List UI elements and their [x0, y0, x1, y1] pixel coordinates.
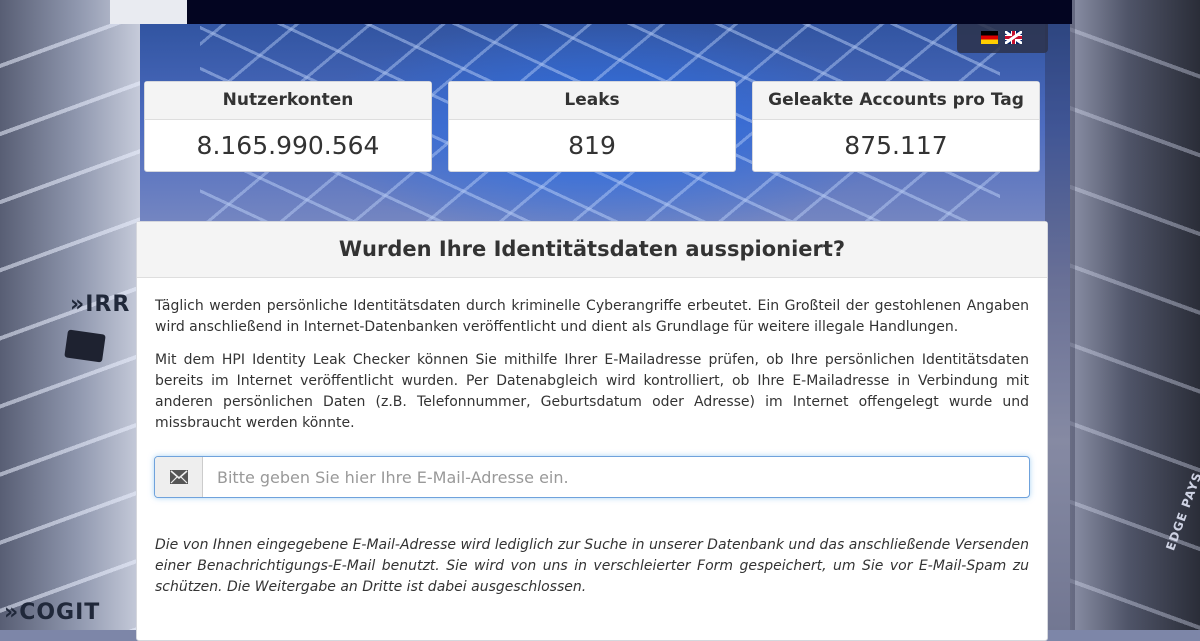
right-shadow	[1045, 0, 1075, 630]
language-switcher	[957, 24, 1048, 53]
stat-label: Nutzerkonten	[145, 82, 431, 120]
stat-label: Geleakte Accounts pro Tag	[753, 82, 1039, 120]
stat-label: Leaks	[449, 82, 735, 120]
stat-value: 8.165.990.564	[196, 131, 380, 160]
intro-paragraph: Täglich werden persönliche Identitätsdat…	[155, 298, 1029, 335]
privacy-note: Die von Ihnen eingegebene E-Mail-Adresse…	[155, 537, 1029, 595]
description-paragraph: Mit dem HPI Identity Leak Checker können…	[155, 352, 1029, 431]
stat-card-accounts: Nutzerkonten 8.165.990.564	[144, 81, 432, 172]
flag-germany-icon[interactable]	[981, 31, 998, 44]
email-input[interactable]	[203, 457, 1029, 497]
nav-tab-active[interactable]	[110, 0, 187, 24]
envelope-icon	[155, 457, 203, 497]
security-camera	[64, 329, 106, 363]
panel-title: Wurden Ihre Identitätsdaten ausspioniert…	[137, 222, 1047, 278]
leak-check-panel: Wurden Ihre Identitätsdaten ausspioniert…	[136, 221, 1048, 641]
wall-text-irr: »IRR	[70, 292, 131, 317]
stat-card-leaked-per-day: Geleakte Accounts pro Tag 875.117	[752, 81, 1040, 172]
stat-value: 819	[568, 131, 616, 160]
stat-card-leaks: Leaks 819	[448, 81, 736, 172]
wall-text-cogit: »COGIT	[4, 600, 101, 625]
email-field-group	[154, 456, 1030, 498]
top-navbar	[110, 0, 1072, 24]
stat-value: 875.117	[844, 131, 948, 160]
flag-uk-icon[interactable]	[1005, 31, 1022, 44]
